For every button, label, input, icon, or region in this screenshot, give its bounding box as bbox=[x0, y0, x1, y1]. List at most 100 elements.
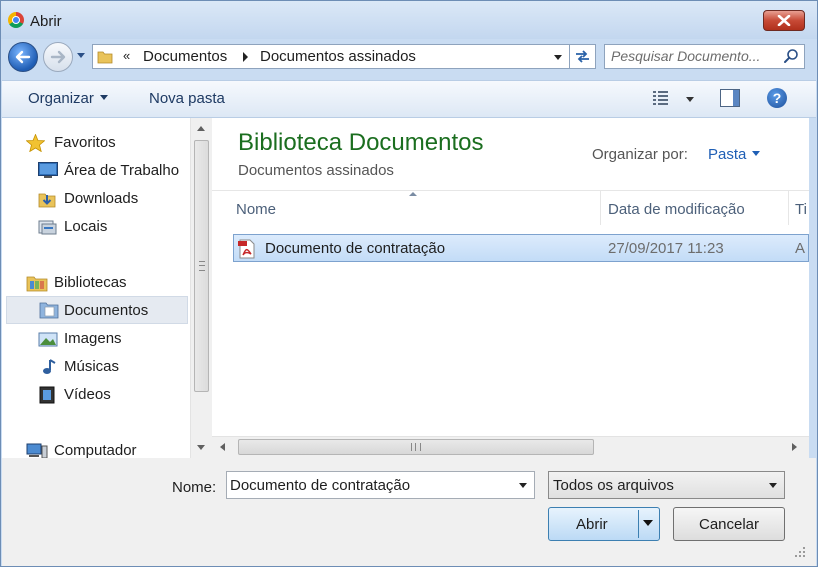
search-box[interactable] bbox=[604, 44, 805, 69]
pictures-icon bbox=[38, 332, 58, 347]
cancel-button-label: Cancelar bbox=[698, 516, 760, 533]
file-name-label: Nome: bbox=[172, 479, 217, 496]
nav-favorites-label: Favoritos bbox=[54, 134, 116, 151]
title-bar: Abrir bbox=[1, 1, 817, 39]
libraries-icon bbox=[26, 276, 48, 292]
open-button[interactable]: Abrir bbox=[548, 507, 660, 541]
documents-icon bbox=[39, 302, 59, 319]
views-icon[interactable] bbox=[653, 90, 673, 106]
desktop-icon bbox=[38, 162, 58, 178]
preview-pane-icon[interactable] bbox=[720, 89, 740, 107]
arrange-by-dropdown[interactable]: Pasta bbox=[708, 146, 761, 163]
scrollbar-thumb[interactable] bbox=[194, 140, 209, 392]
forward-button[interactable] bbox=[43, 42, 73, 72]
back-button[interactable] bbox=[8, 42, 38, 72]
views-dropdown-icon[interactable] bbox=[686, 97, 694, 102]
breadcrumb-documentos-assinados[interactable]: Documentos assinados bbox=[260, 48, 416, 65]
refresh-button[interactable] bbox=[570, 44, 596, 69]
breadcrumb-separator-icon[interactable] bbox=[243, 52, 248, 62]
close-icon bbox=[777, 15, 791, 26]
favorites-star-icon bbox=[26, 134, 45, 152]
open-options-dropdown-icon[interactable] bbox=[643, 520, 653, 526]
folder-icon bbox=[97, 51, 113, 64]
chrome-icon bbox=[8, 12, 24, 28]
organize-dropdown-icon bbox=[99, 95, 108, 100]
command-bar: Organizar Nova pasta ? bbox=[2, 80, 816, 118]
cancel-button[interactable]: Cancelar bbox=[673, 507, 785, 541]
arrange-by-label: Organizar por: bbox=[592, 146, 688, 163]
recent-places-icon bbox=[38, 220, 57, 235]
nav-item-label: Músicas bbox=[64, 358, 120, 375]
navigation-pane-scrollbar[interactable] bbox=[190, 118, 212, 458]
file-type-filter-value: Todos os arquivos bbox=[553, 477, 674, 494]
navigation-pane: Favoritos Área de Trabalho Downloads Loc… bbox=[2, 118, 190, 458]
nav-item-documents[interactable]: Documentos bbox=[6, 296, 188, 324]
videos-icon bbox=[39, 386, 55, 404]
file-type: A bbox=[795, 240, 806, 257]
address-overflow-chevron[interactable]: « bbox=[123, 48, 130, 63]
column-header-label: Ti bbox=[795, 201, 807, 218]
scroll-down-arrow-icon[interactable] bbox=[197, 445, 205, 450]
organize-label: Organizar bbox=[28, 90, 94, 107]
nav-favorites[interactable]: Favoritos bbox=[26, 130, 176, 156]
breadcrumb-documentos[interactable]: Documentos bbox=[143, 48, 227, 65]
navigation-bar: « Documentos Documentos assinados bbox=[1, 39, 817, 73]
column-header-name[interactable]: Nome bbox=[212, 191, 601, 225]
arrange-by-dropdown-icon bbox=[752, 151, 761, 156]
nav-item-label: Downloads bbox=[64, 190, 139, 207]
open-button-label: Abrir bbox=[576, 516, 608, 533]
search-icon[interactable] bbox=[783, 48, 799, 64]
arrange-by-value: Pasta bbox=[708, 146, 747, 163]
organize-button[interactable]: Organizar bbox=[28, 90, 108, 107]
scrollbar-grip-icon bbox=[411, 443, 421, 451]
nav-item-label: Imagens bbox=[64, 330, 122, 347]
help-icon[interactable]: ? bbox=[767, 88, 787, 108]
nav-item-recent-places[interactable]: Locais bbox=[38, 214, 188, 240]
close-button[interactable] bbox=[763, 10, 805, 31]
recent-locations-dropdown[interactable] bbox=[77, 53, 85, 58]
nav-item-desktop[interactable]: Área de Trabalho bbox=[38, 158, 188, 184]
downloads-icon bbox=[38, 193, 56, 208]
nav-item-pictures[interactable]: Imagens bbox=[38, 326, 188, 352]
file-name-input[interactable] bbox=[230, 476, 510, 494]
library-title: Biblioteca Documentos bbox=[238, 129, 484, 156]
nav-libraries-label: Bibliotecas bbox=[54, 274, 127, 291]
nav-libraries[interactable]: Bibliotecas bbox=[26, 270, 176, 296]
search-input[interactable] bbox=[611, 47, 771, 65]
scroll-right-arrow-icon[interactable] bbox=[792, 443, 797, 451]
scroll-left-arrow-icon[interactable] bbox=[220, 443, 225, 451]
column-header-date[interactable]: Data de modificação bbox=[601, 191, 789, 225]
nav-item-label: Área de Trabalho bbox=[64, 162, 180, 179]
nav-item-videos[interactable]: Vídeos bbox=[38, 382, 188, 408]
back-arrow-icon bbox=[15, 50, 31, 64]
file-list-pane: Biblioteca Documentos Documentos assinad… bbox=[212, 118, 809, 458]
file-date-modified: 27/09/2017 11:23 bbox=[608, 240, 724, 257]
column-header-label: Nome bbox=[236, 201, 277, 218]
resize-grip-icon[interactable] bbox=[794, 546, 806, 558]
scrollbar-thumb[interactable] bbox=[238, 439, 594, 455]
nav-item-music[interactable]: Músicas bbox=[38, 354, 188, 380]
pdf-icon bbox=[238, 239, 255, 259]
computer-icon bbox=[26, 443, 48, 458]
file-list-horizontal-scrollbar[interactable] bbox=[212, 436, 809, 458]
file-type-dropdown-icon bbox=[769, 483, 777, 488]
library-subtitle: Documentos assinados bbox=[238, 162, 394, 179]
new-folder-button[interactable]: Nova pasta bbox=[149, 90, 225, 107]
refresh-icon bbox=[576, 50, 589, 63]
dialog-footer: Nome: Todos os arquivos Abrir Cancelar bbox=[2, 458, 816, 566]
nav-item-label: Documentos bbox=[64, 302, 149, 319]
file-row[interactable]: Documento de contratação 27/09/2017 11:2… bbox=[233, 234, 809, 262]
nav-item-label: Locais bbox=[64, 218, 108, 235]
column-header-type[interactable]: Ti bbox=[789, 191, 809, 225]
file-name-dropdown-icon[interactable] bbox=[519, 483, 527, 488]
open-file-dialog: Abrir « Documentos Documentos assinados … bbox=[0, 0, 818, 567]
nav-computer[interactable]: Computador bbox=[26, 438, 176, 458]
scroll-up-arrow-icon[interactable] bbox=[197, 126, 205, 131]
file-type-filter-select[interactable]: Todos os arquivos bbox=[548, 471, 785, 499]
nav-item-downloads[interactable]: Downloads bbox=[38, 186, 188, 212]
music-icon bbox=[43, 359, 56, 374]
column-header-label: Data de modificação bbox=[608, 201, 745, 218]
address-bar[interactable]: « Documentos Documentos assinados bbox=[92, 44, 570, 69]
address-dropdown-icon[interactable] bbox=[554, 55, 562, 60]
file-name-combobox[interactable] bbox=[226, 471, 535, 499]
